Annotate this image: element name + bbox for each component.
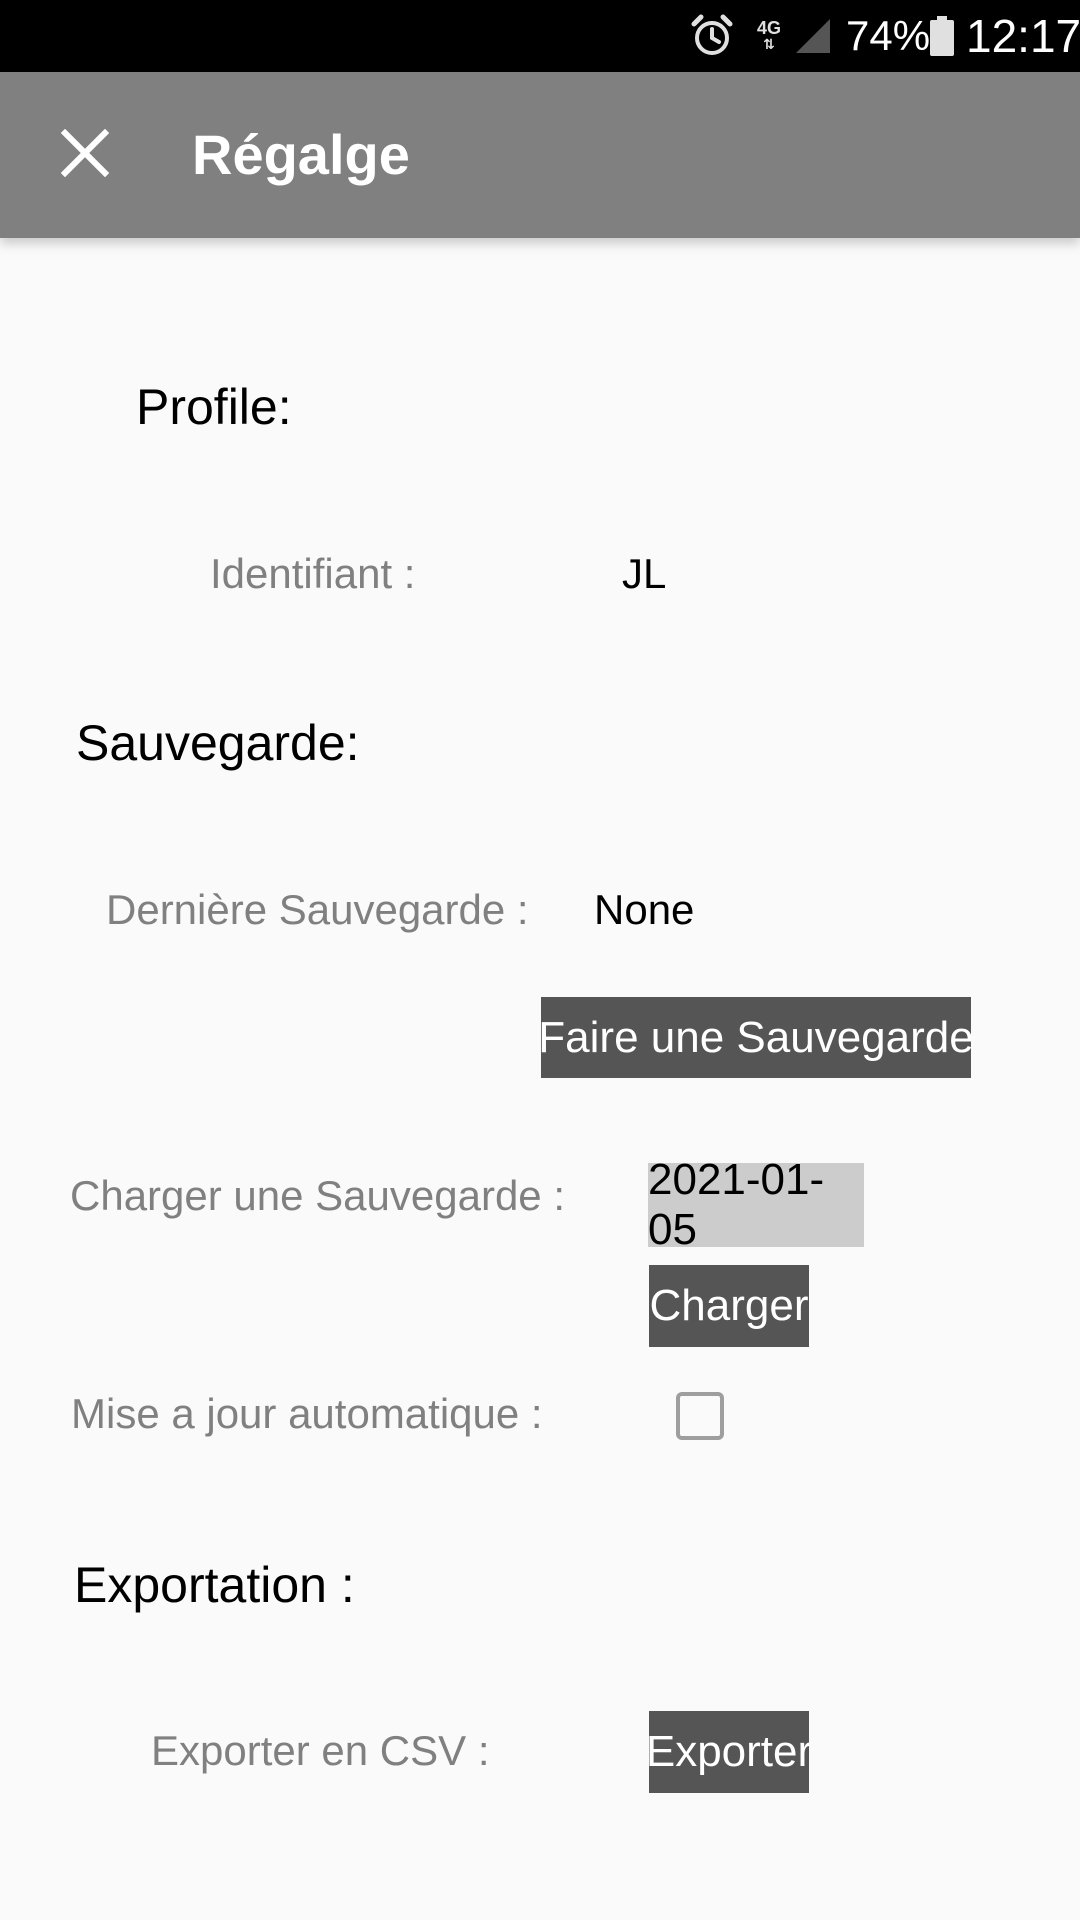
profile-section-title: Profile: [136,379,292,435]
close-icon [61,129,109,177]
auto-update-checkbox[interactable] [676,1392,724,1440]
alarm-icon [690,0,736,72]
export-csv-button[interactable]: Exporter [649,1711,809,1793]
last-backup-label: Dernière Sauvegarde : [106,886,529,933]
identifier-value: JL [622,550,667,597]
app-bar: Régalge [0,72,1080,238]
identifier-label: Identifiant : [210,550,416,597]
battery-percent: 74% [846,12,931,59]
settings-screen: 4G ⇅ 74% 12:17 Régalge Profile: Identifi… [0,0,1080,1920]
csv-export-label: Exporter en CSV : [151,1727,490,1774]
network-type-label: 4G [756,18,781,38]
page-title: Régalge [192,123,410,186]
load-backup-label: Charger une Sauvegarde : [70,1172,565,1219]
make-backup-button[interactable]: Faire une Sauvegarde [541,997,971,1078]
load-backup-button[interactable]: Charger [649,1265,809,1347]
backup-section-title: Sauvegarde: [76,715,360,771]
network-type-icon: 4G ⇅ [752,0,786,72]
export-section-title: Exportation : [74,1557,355,1613]
auto-update-label: Mise a jour automatique : [71,1390,543,1437]
last-backup-value: None [594,886,695,933]
clock-time: 12:17 [966,10,1080,62]
status-bar: 4G ⇅ 74% 12:17 [0,0,1080,72]
data-arrows-icon: ⇅ [763,36,775,52]
battery-icon [930,0,956,72]
signal-icon [794,0,834,72]
close-button[interactable] [40,108,130,198]
backup-date-selector[interactable]: 2021-01-05 [648,1155,864,1254]
